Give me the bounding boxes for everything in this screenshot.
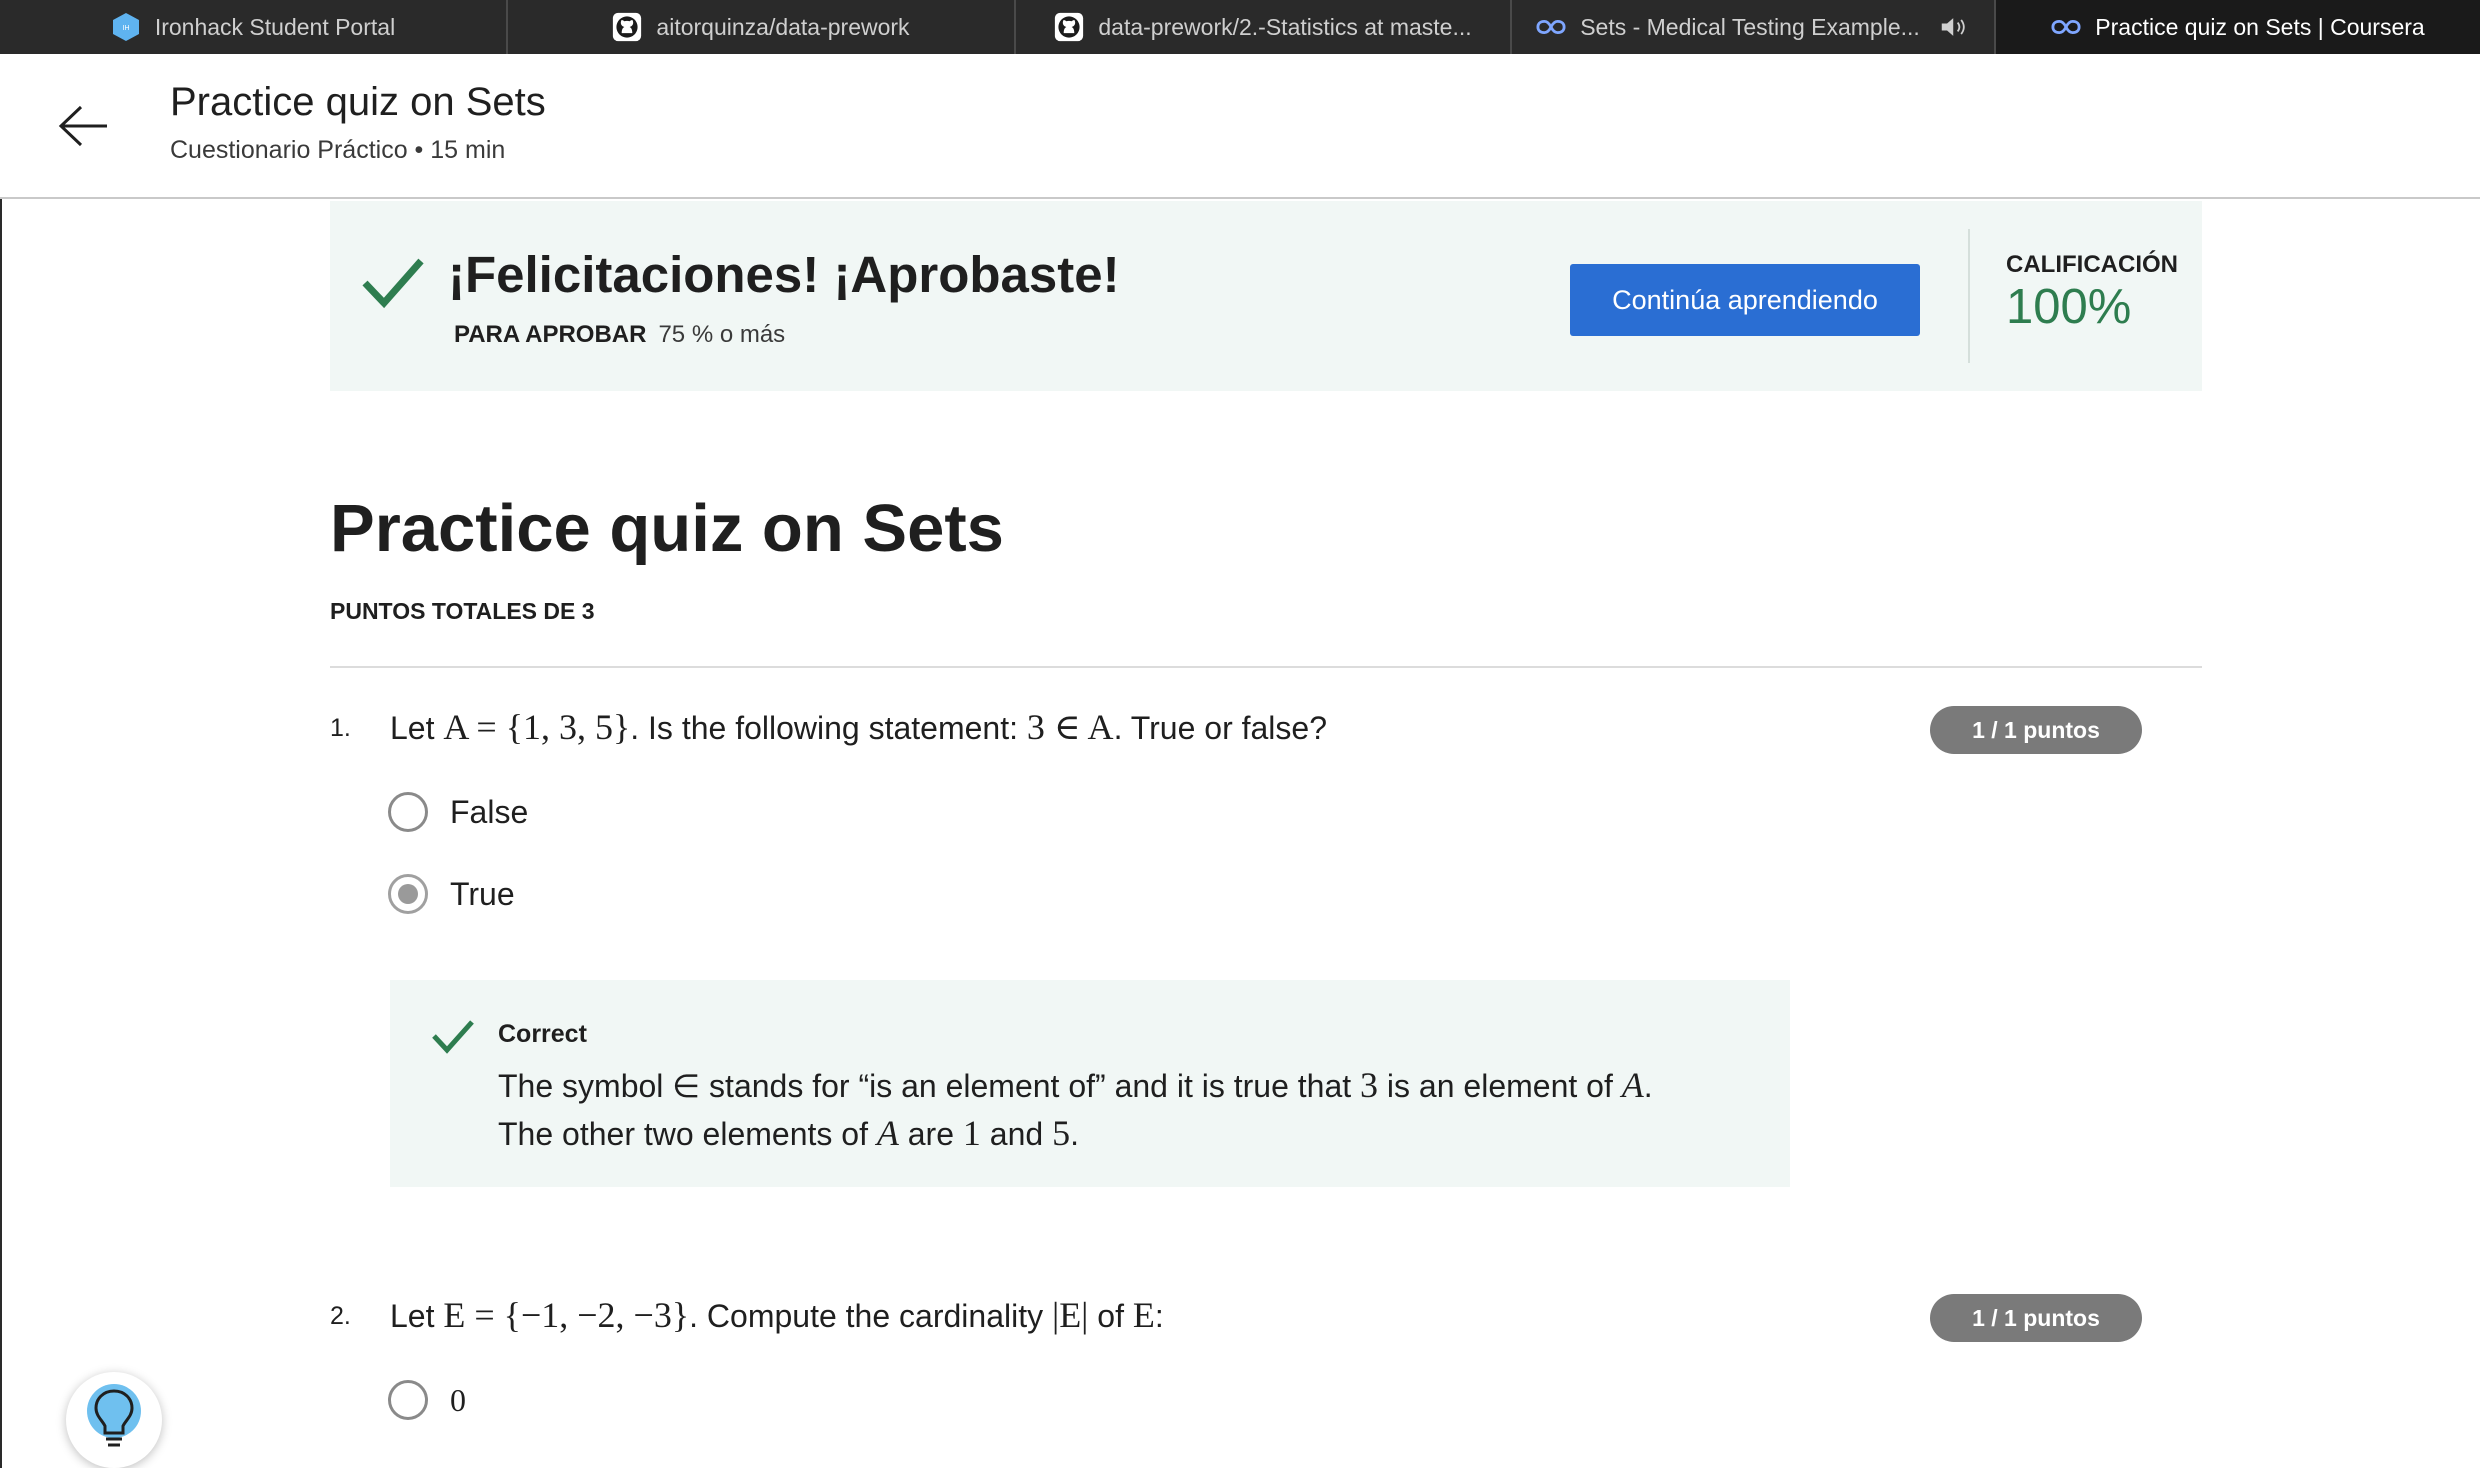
passing-requirement: PARA APROBAR 75 % o más [454, 321, 785, 349]
browser-tab-github-statistics[interactable]: data-prework/2.-Statistics at maste... [1016, 0, 1512, 54]
feedback-title: Correct [498, 1020, 587, 1048]
pass-label: PARA APROBAR [454, 321, 647, 348]
radio-button[interactable] [388, 792, 428, 832]
quiz-title: Practice quiz on Sets [330, 491, 1004, 566]
points-badge: 1 / 1 puntos [1930, 1294, 2142, 1342]
radio-button[interactable] [388, 1380, 428, 1420]
browser-tab-ironhack[interactable]: IH Ironhack Student Portal [0, 0, 508, 54]
radio-button-selected[interactable] [388, 874, 428, 914]
question-number: 1. [330, 714, 351, 742]
question-number: 2. [330, 1302, 351, 1330]
help-button[interactable] [66, 1372, 162, 1468]
header-subtitle: Cuestionario Práctico • 15 min [170, 136, 506, 164]
answer-option-false[interactable]: False [388, 792, 528, 832]
arrow-left-icon [57, 104, 111, 153]
window-edge [0, 199, 2, 1468]
pass-value: 75 % o más [658, 321, 786, 348]
math-expression: A = {1, 3, 5} [443, 707, 631, 747]
coursera-icon [2051, 12, 2081, 42]
total-points: PUNTOS TOTALES DE 3 [330, 598, 595, 624]
feedback-text: The other two elements of A are 1 and 5. [498, 1113, 1079, 1153]
feedback-text: The symbol ∈ stands for “is an element o… [498, 1065, 1653, 1105]
math-expression: 3 ∈ A [1026, 707, 1114, 747]
option-label: 0 [450, 1381, 466, 1418]
answer-feedback: Correct The symbol ∈ stands for “is an e… [390, 980, 1790, 1187]
speaker-icon[interactable] [1940, 12, 1970, 42]
browser-tab-bar: IH Ironhack Student Portal aitorquinza/d… [0, 0, 2480, 54]
checkmark-icon [360, 253, 426, 311]
math-expression: |E| [1051, 1295, 1089, 1335]
header-title: Practice quiz on Sets [170, 80, 546, 124]
grade-label: CALIFICACIÓN [2006, 251, 2178, 278]
page-header: Practice quiz on Sets Cuestionario Práct… [0, 54, 2480, 199]
option-label: False [450, 793, 529, 830]
divider [330, 666, 2202, 668]
browser-tab-sets-medical[interactable]: Sets - Medical Testing Example... [1512, 0, 1996, 54]
grade-value: 100% [2006, 280, 2132, 334]
pass-banner: ¡Felicitaciones! ¡Aprobaste! PARA APROBA… [330, 201, 2202, 391]
answer-option-true[interactable]: True [388, 874, 515, 914]
option-label: True [450, 875, 515, 912]
lightbulb-icon [84, 1381, 144, 1460]
tab-title: Sets - Medical Testing Example... [1580, 13, 1920, 40]
ironhack-icon: IH [111, 12, 141, 42]
svg-text:IH: IH [122, 25, 129, 32]
question-text: Let A = {1, 3, 5}. Is the following stat… [390, 707, 1327, 747]
math-expression: E = {−1, −2, −3} [443, 1295, 690, 1335]
checkmark-icon [430, 1016, 476, 1056]
banner-title: ¡Felicitaciones! ¡Aprobaste! [448, 246, 1120, 303]
continue-learning-button[interactable]: Continúa aprendiendo [1570, 264, 1920, 336]
github-icon [612, 12, 642, 42]
back-button[interactable] [54, 98, 114, 158]
points-badge: 1 / 1 puntos [1930, 706, 2142, 754]
browser-tab-github-repo[interactable]: aitorquinza/data-prework [508, 0, 1016, 54]
answer-option-0[interactable]: 0 [388, 1380, 466, 1420]
banner-divider [1968, 229, 1970, 363]
math-expression: E [1132, 1295, 1155, 1335]
coursera-icon [1536, 12, 1566, 42]
tab-title: aitorquinza/data-prework [656, 13, 910, 40]
question-text: Let E = {−1, −2, −3}. Compute the cardin… [390, 1295, 1164, 1335]
tab-title: data-prework/2.-Statistics at maste... [1098, 13, 1472, 40]
github-icon [1054, 12, 1084, 42]
tab-title: Practice quiz on Sets | Coursera [2095, 13, 2425, 40]
tab-title: Ironhack Student Portal [154, 13, 396, 40]
browser-tab-practice-quiz[interactable]: Practice quiz on Sets | Coursera [1996, 0, 2480, 54]
